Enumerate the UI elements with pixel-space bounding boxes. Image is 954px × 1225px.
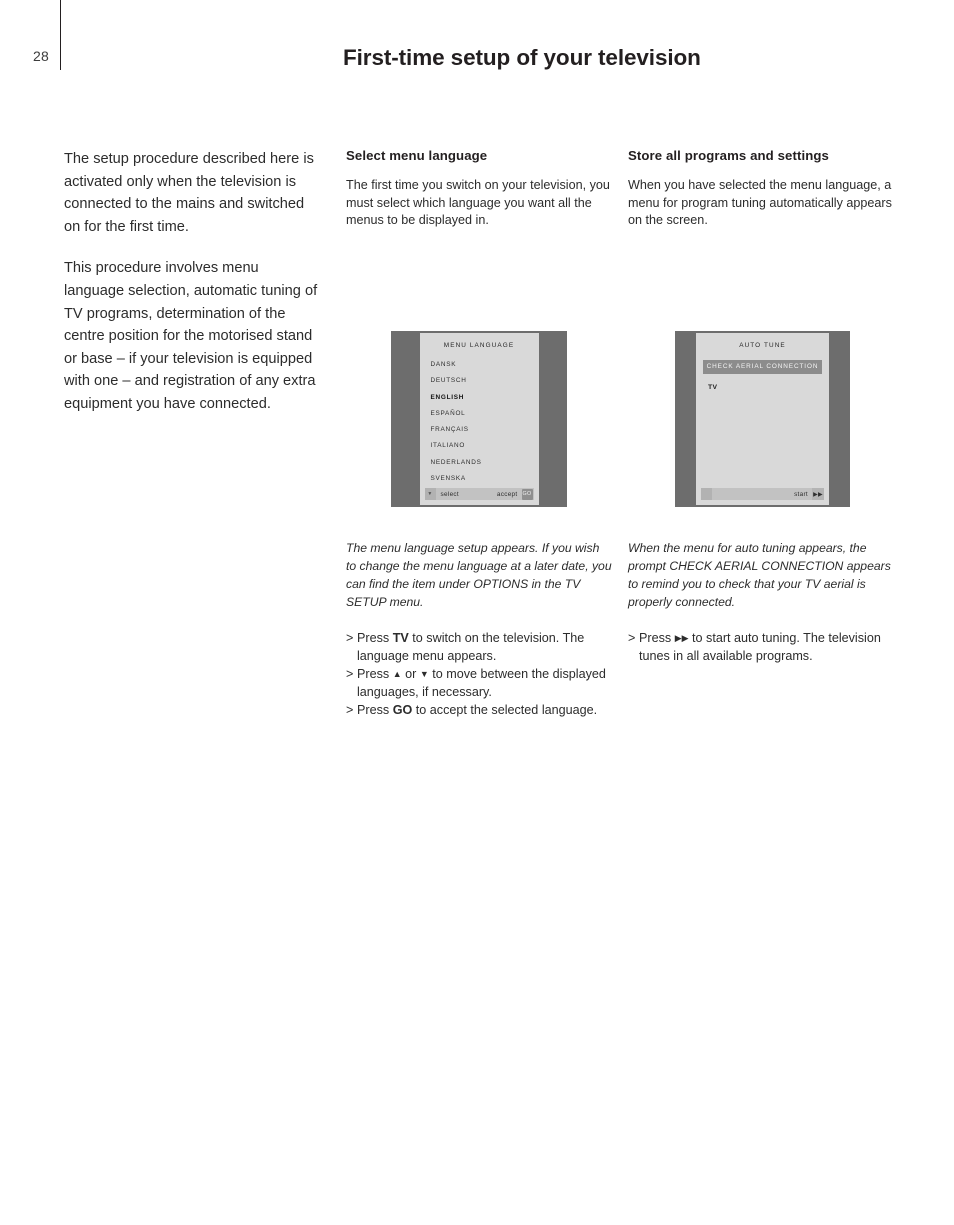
step-text: Press TV to switch on the television. Th…	[357, 629, 612, 665]
step-glyph-icon: ▲	[392, 669, 402, 679]
step-fragment: Press	[357, 703, 393, 717]
accept-label: accept	[496, 490, 518, 498]
step-fragment: to accept the selected language.	[412, 703, 598, 717]
step-fragment: Press	[639, 631, 675, 645]
select-menu-language-paragraph: The first time you switch on your televi…	[346, 178, 610, 228]
step-glyph-icon: ▼	[419, 669, 429, 679]
tv-frame-menu-language: MENU LANGUAGE DANSK DEUTSCH ENGLISH ESPAÑOL…	[391, 331, 567, 507]
step-item: > Press TV to switch on the television. T…	[346, 629, 612, 665]
step-keyword: GO	[392, 703, 413, 717]
go-button-icon[interactable]: GO	[521, 488, 533, 500]
step-glyph-icon: ▶▶	[674, 633, 689, 643]
store-all-programs-heading: Store all programs and settings	[628, 148, 829, 163]
left-paragraph-1: The setup procedure described here is ac…	[64, 151, 314, 235]
menu-language-list: DANSK DEUTSCH ENGLISH ESPAÑOL FRANÇAIS ITALIA…	[420, 354, 539, 488]
step-marker: >	[628, 631, 636, 645]
margin-rule	[60, 0, 61, 70]
step-marker: >	[346, 667, 354, 681]
menu-language-item[interactable]: DEUTSCH	[431, 373, 539, 389]
menu-language-item[interactable]: FRANÇAIS	[431, 422, 539, 438]
step-item: > Press GO to accept the selected languag…	[346, 701, 612, 719]
step-keyword: TV	[392, 631, 409, 645]
select-label: select	[440, 490, 459, 498]
auto-tune-title: AUTO TUNE	[739, 342, 786, 349]
page-title: First-time setup of your television	[343, 45, 701, 70]
steps-menu-language: > Press TV to switch on the television. T…	[346, 629, 612, 719]
tv-screen-auto-tune: AUTO TUNE CHECK AERIAL CONNECTION TV sta…	[696, 333, 829, 505]
step-fragment: Press	[357, 631, 393, 645]
step-fragment: or	[401, 667, 420, 681]
caption-menu-language: The menu language setup appears. If you …	[346, 541, 612, 609]
step-text: Press ▶▶ to start auto tuning. The telev…	[639, 629, 906, 665]
left-paragraph-2: This procedure involves menu language se…	[64, 260, 318, 412]
figure-menu-language: MENU LANGUAGE DANSK DEUTSCH ENGLISH ESPAÑOL…	[391, 331, 567, 507]
auto-tune-source-label: TV	[708, 383, 718, 391]
select-menu-language-heading: Select menu language	[346, 148, 488, 163]
step-fragment: Press	[357, 667, 393, 681]
right-column: Store all programs and settings When you…	[628, 148, 902, 230]
step-text: Press GO to accept the selected language…	[357, 701, 612, 719]
auto-tune-bottom-bar: start ▶▶	[701, 488, 824, 500]
auto-tune-empty-area	[696, 391, 829, 488]
menu-language-title: MENU LANGUAGE	[443, 342, 515, 349]
middle-column: Select menu language The first time you …	[346, 148, 614, 230]
tv-frame-auto-tune: AUTO TUNE CHECK AERIAL CONNECTION TV sta…	[675, 331, 850, 507]
fast-forward-icon[interactable]: ▶▶	[812, 488, 824, 500]
tv-screen-menu-language: MENU LANGUAGE DANSK DEUTSCH ENGLISH ESPAÑOL…	[419, 333, 539, 505]
menu-language-bottom-bar: ▼ select accept GO	[424, 488, 534, 500]
store-all-programs-paragraph: When you have selected the menu language…	[628, 178, 892, 228]
step-text: Press ▲ or ▼ to move between the display…	[357, 665, 612, 701]
left-column: The setup procedure described here is ac…	[64, 148, 320, 435]
menu-language-item[interactable]: ESPAÑOL	[431, 406, 539, 422]
steps-auto-tune: > Press ▶▶ to start auto tuning. The tele…	[628, 629, 906, 665]
page-number: 28	[33, 48, 49, 64]
menu-language-item[interactable]: ENGLISH	[431, 390, 539, 406]
figure-auto-tune: AUTO TUNE CHECK AERIAL CONNECTION TV sta…	[675, 331, 850, 507]
caption-auto-tune: When the menu for auto tuning appears, t…	[628, 541, 891, 609]
step-item: > Press ▶▶ to start auto tuning. The tele…	[628, 629, 906, 665]
menu-language-item[interactable]: NEDERLANDS	[431, 455, 539, 471]
auto-tune-left-block	[701, 488, 712, 500]
check-aerial-connection-bar: CHECK AERIAL CONNECTION	[703, 360, 822, 374]
start-label: start	[794, 490, 808, 498]
menu-language-item[interactable]: SVENSKA	[431, 471, 539, 487]
down-arrow-icon[interactable]: ▼	[424, 488, 436, 500]
step-item: > Press ▲ or ▼ to move between the displa…	[346, 665, 612, 701]
menu-language-item[interactable]: ITALIANO	[431, 438, 539, 454]
step-marker: >	[346, 703, 354, 717]
menu-language-item[interactable]: DANSK	[431, 357, 539, 373]
step-marker: >	[346, 631, 354, 645]
